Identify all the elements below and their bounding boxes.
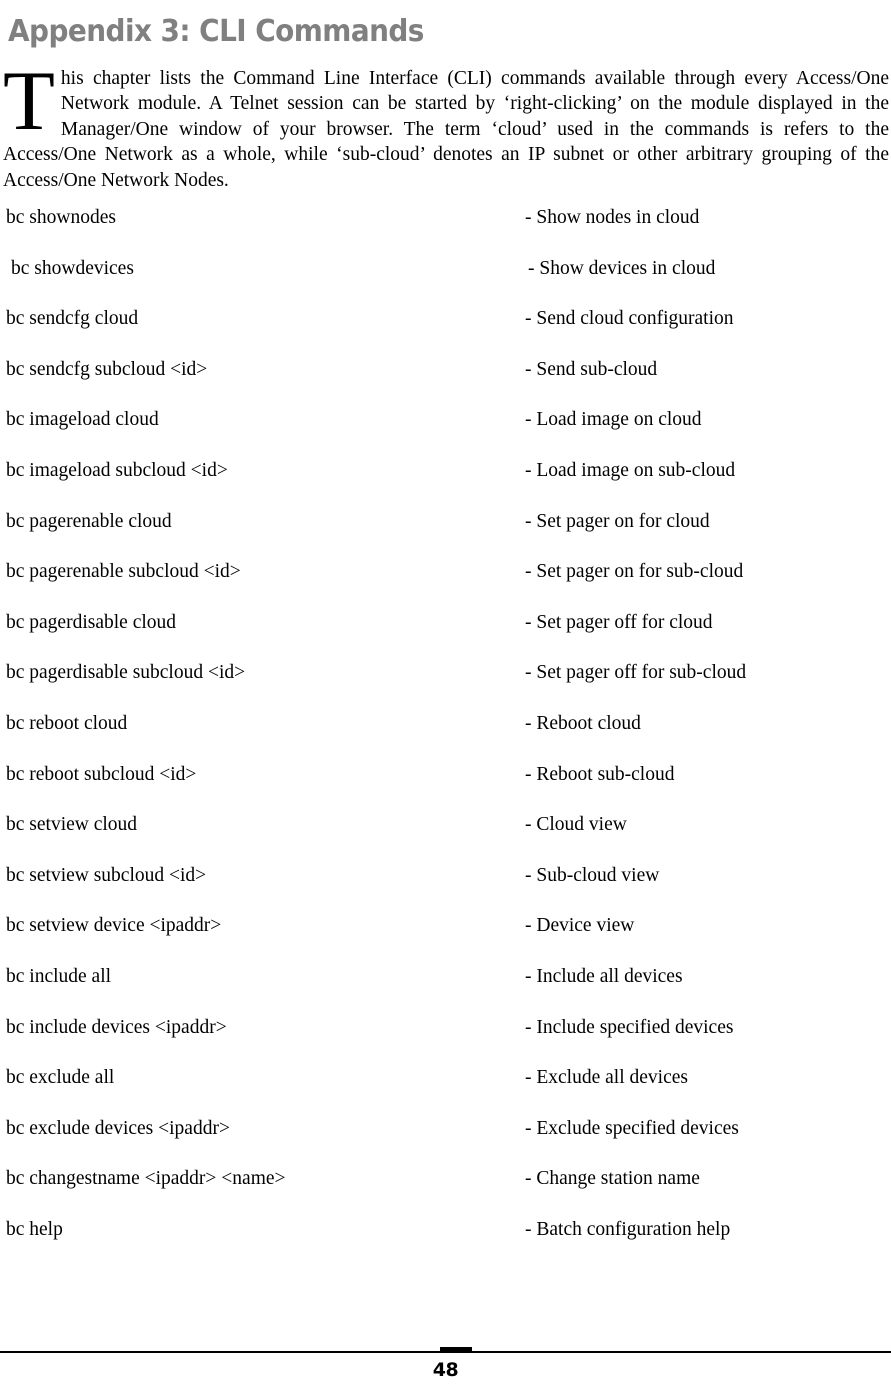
cli-command-table: bc shownodes - Show nodes in cloud bc show…	[0, 206, 891, 1268]
page-title: Appendix 3: CLI Commands	[8, 14, 424, 50]
command-description: - Reboot sub-cloud	[525, 763, 675, 785]
table-row: bc exclude all - Exclude all devices	[0, 1066, 891, 1117]
command-name: bc shownodes	[6, 207, 116, 228]
table-row: bc pagerenable cloud - Set pager on for c…	[0, 510, 891, 561]
command-description: - Load image on sub-cloud	[525, 459, 736, 481]
command-description: - Device view	[525, 915, 635, 937]
table-row: bc reboot cloud - Reboot cloud	[0, 712, 891, 763]
command-name: bc reboot subcloud <id>	[6, 763, 197, 785]
command-description: - Reboot cloud	[525, 712, 641, 734]
table-row: bc sendcfg subcloud <id> - Send sub-cloud	[0, 358, 891, 409]
page-number: 48	[432, 1359, 459, 1381]
command-description: - Cloud view	[525, 814, 627, 836]
command-name: bc sendcfg subcloud <id>	[6, 358, 208, 380]
command-description: - Exclude specified devices	[525, 1117, 739, 1139]
command-description: - Set pager off for sub-cloud	[525, 662, 747, 684]
command-name: bc showdevices	[11, 257, 134, 279]
command-description: - Load image on cloud	[525, 409, 702, 431]
command-name: bc pagerdisable cloud	[6, 611, 177, 633]
command-description: - Set pager off for cloud	[525, 611, 713, 633]
command-name: bc imageload cloud	[6, 409, 159, 431]
table-row: bc imageload cloud - Load image on cloud	[0, 408, 891, 459]
table-row: bc pagerdisable subcloud <id> - Set pager…	[0, 661, 891, 712]
command-name: bc setview device <ipaddr>	[6, 915, 222, 937]
command-name: bc sendcfg cloud	[6, 308, 139, 330]
table-row: bc pagerdisable cloud - Set pager off for…	[0, 611, 891, 662]
table-row: bc changestname <ipaddr> <name> - Change …	[0, 1167, 891, 1218]
command-name: bc pagerenable subcloud <id>	[6, 561, 241, 583]
command-name: bc setview cloud	[6, 814, 138, 836]
command-name: bc reboot cloud	[6, 712, 128, 734]
command-description: - Sub-cloud view	[525, 864, 660, 886]
table-row: bc help - Batch configuration help	[0, 1218, 891, 1269]
table-row: bc sendcfg cloud - Send cloud configurati…	[0, 307, 891, 358]
command-description: - Include all devices	[525, 965, 683, 987]
command-description: - Show nodes in cloud	[525, 207, 700, 228]
table-row: bc reboot subcloud <id> - Reboot sub-clou…	[0, 763, 891, 814]
drop-cap: T	[3, 53, 55, 148]
intro-text: his chapter lists the Command Line Inter…	[3, 67, 889, 191]
table-row: bc include all - Include all devices	[0, 965, 891, 1016]
document-page: Appendix 3: CLI Commands This chapter li…	[0, 0, 891, 1399]
command-name: bc changestname <ipaddr> <name>	[6, 1168, 286, 1190]
table-row: bc include devices <ipaddr> - Include spe…	[0, 1016, 891, 1067]
command-description: - Send sub-cloud	[525, 358, 658, 380]
command-name: bc include all	[6, 965, 112, 987]
command-description: - Batch configuration help	[525, 1218, 731, 1240]
command-name: bc include devices <ipaddr>	[6, 1016, 227, 1038]
table-row: bc shownodes - Show nodes in cloud	[0, 206, 891, 257]
command-name: bc exclude devices <ipaddr>	[6, 1117, 230, 1139]
command-description: - Show devices in cloud	[528, 257, 716, 279]
table-row: bc pagerenable subcloud <id> - Set pager …	[0, 560, 891, 611]
command-description: - Set pager on for cloud	[525, 510, 710, 532]
command-name: bc setview subcloud <id>	[6, 864, 207, 886]
footer-tick-mark	[440, 1347, 472, 1352]
table-row: bc setview subcloud <id> - Sub-cloud view	[0, 864, 891, 915]
command-description: - Change station name	[525, 1168, 700, 1190]
intro-paragraph: This chapter lists the Command Line Inte…	[3, 53, 889, 194]
table-row: bc showdevices - Show devices in cloud	[0, 257, 891, 308]
table-row: bc exclude devices <ipaddr> - Exclude spe…	[0, 1117, 891, 1168]
command-name: bc pagerdisable subcloud <id>	[6, 662, 246, 684]
command-name: bc pagerenable cloud	[6, 510, 172, 532]
command-description: - Set pager on for sub-cloud	[525, 561, 744, 583]
command-description: - Include specified devices	[525, 1016, 734, 1038]
table-row: bc setview cloud - Cloud view	[0, 813, 891, 864]
command-name: bc imageload subcloud <id>	[6, 459, 228, 481]
command-description: - Exclude all devices	[525, 1067, 688, 1089]
page-footer: 48	[0, 1329, 891, 1399]
command-description: - Send cloud configuration	[525, 308, 734, 330]
command-name: bc help	[6, 1218, 63, 1240]
table-row: bc setview device <ipaddr> - Device view	[0, 914, 891, 965]
command-name: bc exclude all	[6, 1067, 115, 1089]
table-row: bc imageload subcloud <id> - Load image o…	[0, 459, 891, 510]
